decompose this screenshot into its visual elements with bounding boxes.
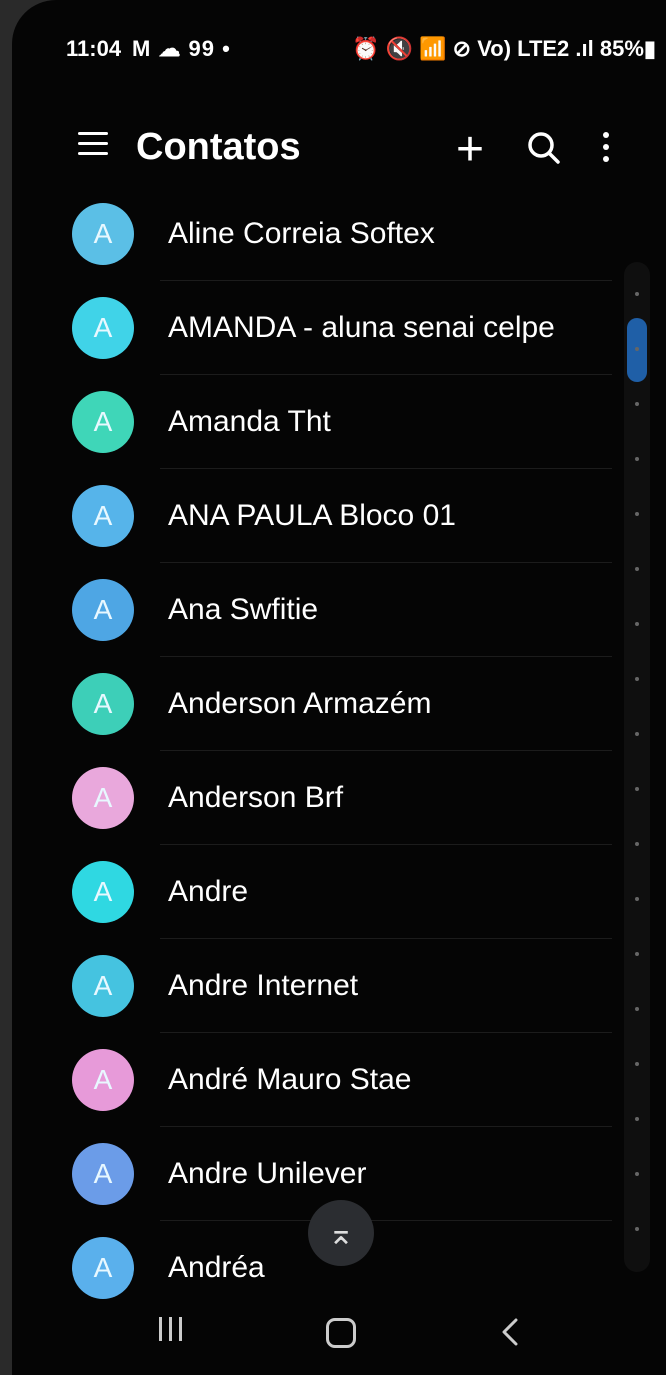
contact-row[interactable]: A ANA PAULA Bloco 01 xyxy=(12,469,612,563)
contact-row[interactable]: A AMANDA - aluna senai celpe xyxy=(12,281,612,375)
search-icon[interactable] xyxy=(524,128,564,168)
contact-avatar[interactable]: A xyxy=(72,297,134,359)
contact-avatar[interactable]: A xyxy=(72,1049,134,1111)
contact-avatar[interactable]: A xyxy=(72,1237,134,1299)
scrollbar-index-dot xyxy=(635,1172,639,1176)
scrollbar-index-dot xyxy=(635,402,639,406)
contact-name: Aline Correia Softex xyxy=(168,217,435,250)
phone-screen: 11:04 M ☁ 99 • ⏰ 🔇 📶 ⊘ Vo) LTE2 .ıl 85%▮… xyxy=(12,0,666,1375)
contact-list: A Aline Correia Softex A AMANDA - aluna sen… xyxy=(12,187,612,1315)
page-title: Contatos xyxy=(136,126,301,168)
contact-avatar[interactable]: A xyxy=(72,1143,134,1205)
contact-avatar[interactable]: A xyxy=(72,485,134,547)
contact-avatar[interactable]: A xyxy=(72,579,134,641)
status-bar: 11:04 M ☁ 99 • ⏰ 🔇 📶 ⊘ Vo) LTE2 .ıl 85%▮ xyxy=(66,36,656,64)
contact-row[interactable]: A Andre Internet xyxy=(12,939,612,1033)
home-button-icon[interactable] xyxy=(326,1318,356,1348)
scrollbar-index-dot xyxy=(635,1227,639,1231)
scrollbar-index-dot xyxy=(635,347,639,351)
notification-icons: M ☁ 99 • xyxy=(132,36,231,61)
contact-name: Andréa xyxy=(168,1251,265,1284)
contact-avatar[interactable]: A xyxy=(72,955,134,1017)
contact-row[interactable]: A Andre Unilever xyxy=(12,1127,612,1221)
add-contact-button[interactable]: + xyxy=(456,120,484,180)
contact-row[interactable]: A Ana Swfitie xyxy=(12,563,612,657)
contact-row[interactable]: A Amanda Tht xyxy=(12,375,612,469)
contact-row[interactable]: A Anderson Armazém xyxy=(12,657,612,751)
scrollbar-index-dot xyxy=(635,1062,639,1066)
scrollbar-index-dot xyxy=(635,732,639,736)
system-status-icons: ⏰ 🔇 📶 ⊘ Vo) LTE2 .ıl 85%▮ xyxy=(352,36,656,61)
recents-button-icon[interactable] xyxy=(156,1314,186,1344)
scrollbar-index-dot xyxy=(635,897,639,901)
contact-name: AMANDA - aluna senai celpe xyxy=(168,311,555,344)
scrollbar-index-dot xyxy=(635,1007,639,1011)
scrollbar-index-dot xyxy=(635,457,639,461)
contact-name: Amanda Tht xyxy=(168,405,331,438)
contact-name: Anderson Brf xyxy=(168,781,344,814)
status-time: 11:04 xyxy=(66,36,122,61)
hamburger-menu-icon[interactable] xyxy=(78,132,108,162)
scrollbar-index-dot xyxy=(635,952,639,956)
contact-name: Andre Internet xyxy=(168,969,359,1002)
contact-avatar[interactable]: A xyxy=(72,391,134,453)
scrollbar-index-dot xyxy=(635,787,639,791)
scrollbar-index-dot xyxy=(635,567,639,571)
contact-name: Andre Unilever xyxy=(168,1157,367,1190)
system-navigation-bar xyxy=(12,1300,666,1375)
contact-avatar[interactable]: A xyxy=(72,203,134,265)
contact-name: André Mauro Stae xyxy=(168,1063,412,1096)
more-options-icon[interactable] xyxy=(594,128,618,172)
scrollbar-index-dot xyxy=(635,292,639,296)
contact-name: Ana Swfitie xyxy=(168,593,319,626)
contact-name: Anderson Armazém xyxy=(168,687,432,720)
scrollbar-index-dot xyxy=(635,622,639,626)
scroll-to-top-icon: ⌅ xyxy=(327,1215,355,1251)
contact-avatar[interactable]: A xyxy=(72,673,134,735)
contact-row[interactable]: A Aline Correia Softex xyxy=(12,187,612,281)
contact-avatar[interactable]: A xyxy=(72,767,134,829)
contact-row[interactable]: A Andre xyxy=(12,845,612,939)
scrollbar-index-dot xyxy=(635,677,639,681)
contact-row[interactable]: A Anderson Brf xyxy=(12,751,612,845)
contact-row[interactable]: A André Mauro Stae xyxy=(12,1033,612,1127)
contact-avatar[interactable]: A xyxy=(72,861,134,923)
scrollbar-index-dot xyxy=(635,512,639,516)
contact-name: Andre xyxy=(168,875,249,908)
back-button-icon[interactable] xyxy=(496,1314,524,1350)
contact-name: ANA PAULA Bloco 01 xyxy=(168,499,456,532)
scroll-to-top-button[interactable]: ⌅ xyxy=(308,1200,374,1266)
scrollbar-index-dot xyxy=(635,1117,639,1121)
scrollbar-index-dot xyxy=(635,842,639,846)
app-bar: Contatos + xyxy=(12,120,666,190)
